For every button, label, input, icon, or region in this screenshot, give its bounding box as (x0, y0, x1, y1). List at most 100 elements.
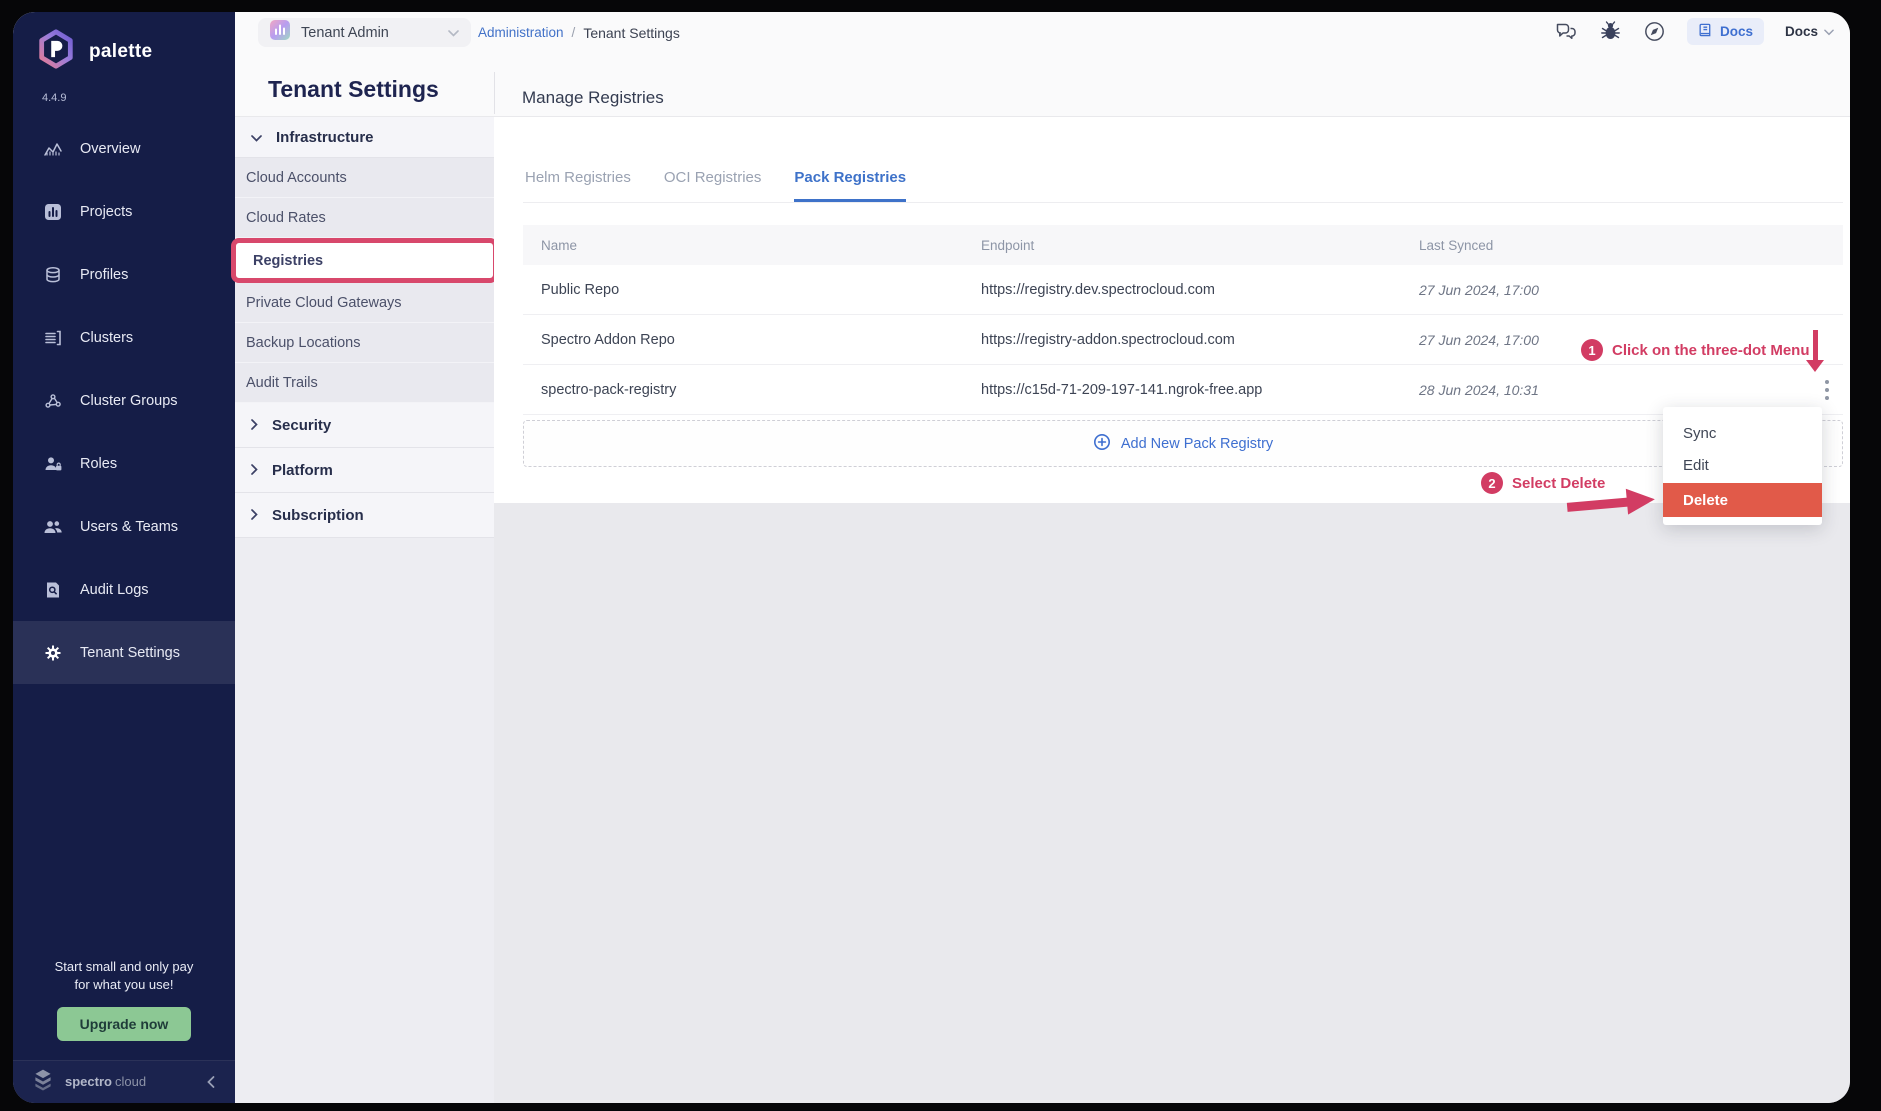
nav-item-label: Backup Locations (246, 335, 360, 351)
sidebar-item-audit-logs[interactable]: Audit Logs (13, 558, 235, 621)
registry-name: Spectro Addon Repo (541, 332, 981, 348)
nav-section-platform[interactable]: Platform (235, 448, 494, 493)
sidebar-item-roles[interactable]: Roles (13, 432, 235, 495)
sidebar-item-profiles[interactable]: Profiles (13, 243, 235, 306)
gear-icon (43, 643, 63, 663)
plus-circle-icon (1093, 433, 1111, 455)
page-title: Tenant Settings (268, 76, 439, 103)
upgrade-promo: Start small and only pay for what you us… (13, 958, 235, 1041)
profiles-icon (43, 265, 63, 285)
palette-logo-icon (35, 28, 77, 75)
sidebar-item-projects[interactable]: Projects (13, 180, 235, 243)
feedback-chat-icon[interactable] (1554, 20, 1578, 42)
chevron-right-icon (251, 417, 258, 434)
upgrade-now-button[interactable]: Upgrade now (57, 1007, 192, 1041)
nav-section-subscription[interactable]: Subscription (235, 493, 494, 538)
chevron-right-icon (251, 462, 258, 479)
section-title: Manage Registries (522, 88, 664, 108)
menu-item-sync[interactable]: Sync (1663, 417, 1822, 449)
brand-cloud: cloud (115, 1074, 146, 1089)
sidebar-item-label: Tenant Settings (80, 645, 180, 661)
menu-item-edit[interactable]: Edit (1663, 449, 1822, 481)
table-row[interactable]: Public Repo https://registry.dev.spectro… (523, 265, 1843, 315)
project-scope-label: Tenant Admin (301, 25, 437, 41)
page-header: Tenant Admin Administration / Tenant Set… (235, 12, 1850, 117)
cluster-groups-icon (43, 391, 63, 411)
three-dot-menu-icon[interactable] (1821, 376, 1833, 404)
registry-name: spectro-pack-registry (541, 382, 981, 398)
nav-item-cloud-rates[interactable]: Cloud Rates (235, 198, 494, 238)
sidebar-item-label: Clusters (80, 330, 133, 346)
nav-section-infrastructure[interactable]: Infrastructure (235, 117, 494, 158)
nav-item-label: Cloud Accounts (246, 170, 347, 186)
promo-line2: for what you use! (13, 976, 235, 994)
collapse-sidebar-chevron-icon[interactable] (205, 1075, 217, 1089)
project-scope-selector[interactable]: Tenant Admin (258, 18, 471, 47)
annotation-arrow-down (1806, 330, 1824, 372)
sidebar-item-overview[interactable]: Overview (13, 117, 235, 180)
audit-logs-icon (43, 580, 63, 600)
table-row[interactable]: spectro-pack-registry https://c15d-71-20… (523, 365, 1843, 415)
sidebar-nav: Overview Projects Profiles (13, 117, 235, 684)
sidebar-item-tenant-settings[interactable]: Tenant Settings (13, 621, 235, 684)
nav-section-security[interactable]: Security (235, 403, 494, 448)
tab-oci-registries[interactable]: OCI Registries (664, 169, 762, 202)
docs-chip-button[interactable]: Docs (1687, 18, 1764, 45)
tab-helm-registries[interactable]: Helm Registries (525, 169, 631, 202)
users-teams-icon (43, 517, 63, 537)
compass-icon[interactable] (1643, 20, 1666, 43)
add-new-pack-registry-button[interactable]: Add New Pack Registry (523, 420, 1843, 467)
registry-name: Public Repo (541, 282, 981, 298)
nav-item-private-cloud-gateways[interactable]: Private Cloud Gateways (235, 283, 494, 323)
book-icon (1698, 22, 1713, 41)
palette-logo: palette (13, 12, 235, 75)
nav-item-cloud-accounts[interactable]: Cloud Accounts (235, 158, 494, 198)
registry-endpoint: https://registry.dev.spectrocloud.com (981, 282, 1419, 298)
chevron-down-icon (251, 129, 262, 146)
annotation-step-1: 1 Click on the three-dot Menu (1581, 339, 1810, 361)
sidebar-item-label: Projects (80, 204, 132, 220)
overview-icon (43, 139, 63, 159)
nav-section-label: Subscription (272, 507, 364, 524)
sidebar-item-users-teams[interactable]: Users & Teams (13, 495, 235, 558)
title-divider (494, 72, 495, 114)
chevron-down-icon (448, 24, 459, 42)
column-endpoint: Endpoint (981, 238, 1419, 253)
sidebar-item-clusters[interactable]: Clusters (13, 306, 235, 369)
registry-endpoint: https://c15d-71-209-197-141.ngrok-free.a… (981, 382, 1419, 398)
row-context-menu: Sync Edit Delete (1663, 407, 1822, 525)
step-number-badge: 1 (1581, 339, 1603, 361)
nav-section-label: Security (272, 417, 331, 434)
table-header: Name Endpoint Last Synced (523, 225, 1843, 265)
nav-item-audit-trails[interactable]: Audit Trails (235, 363, 494, 403)
nav-item-label: Cloud Rates (246, 210, 326, 226)
sidebar-item-label: Roles (80, 456, 117, 472)
tenant-settings-nav: Infrastructure Cloud Accounts Cloud Rate… (235, 117, 494, 1103)
clusters-icon (43, 328, 63, 348)
annotation-step-2: 2 Select Delete (1481, 472, 1605, 494)
page-body: Infrastructure Cloud Accounts Cloud Rate… (235, 117, 1850, 1103)
nav-item-backup-locations[interactable]: Backup Locations (235, 323, 494, 363)
breadcrumb-administration[interactable]: Administration (478, 25, 564, 40)
nav-item-label: Audit Trails (246, 375, 318, 391)
sidebar-item-label: Users & Teams (80, 519, 178, 535)
docs-dropdown-label: Docs (1785, 24, 1818, 39)
docs-dropdown[interactable]: Docs (1785, 24, 1834, 39)
column-last-synced: Last Synced (1419, 238, 1843, 253)
bug-report-icon[interactable] (1599, 20, 1622, 42)
sidebar-item-cluster-groups[interactable]: Cluster Groups (13, 369, 235, 432)
brand-spectro: spectro (65, 1074, 112, 1089)
nav-section-label: Platform (272, 462, 333, 479)
breadcrumb: Administration / Tenant Settings (478, 18, 680, 47)
nav-item-label: Registries (253, 253, 323, 269)
tab-pack-registries[interactable]: Pack Registries (794, 169, 906, 202)
add-button-label: Add New Pack Registry (1121, 436, 1273, 452)
menu-item-delete[interactable]: Delete (1663, 483, 1822, 517)
sidebar-item-label: Overview (80, 141, 140, 157)
registry-last-synced: 27 Jun 2024, 17:00 (1419, 282, 1843, 298)
nav-item-label: Private Cloud Gateways (246, 295, 402, 311)
nav-section-label: Infrastructure (276, 129, 374, 146)
sidebar-item-label: Profiles (80, 267, 128, 283)
chevron-right-icon (251, 507, 258, 524)
nav-item-registries[interactable]: Registries (231, 238, 498, 283)
